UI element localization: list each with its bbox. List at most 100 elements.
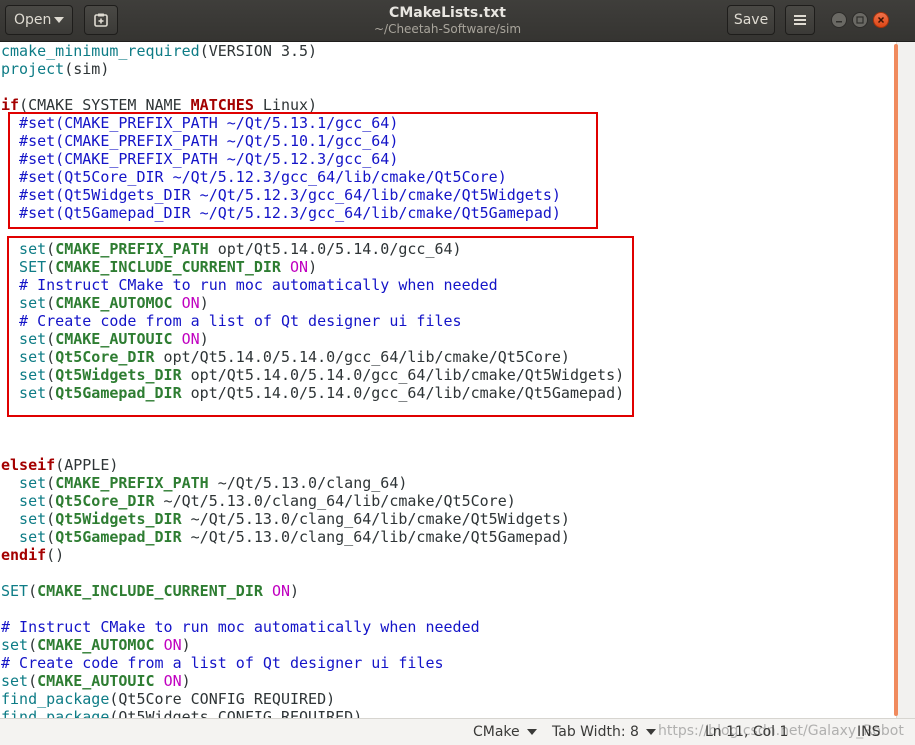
code-token: () bbox=[46, 546, 65, 564]
new-document-button[interactable] bbox=[84, 5, 118, 35]
vertical-scrollbar[interactable] bbox=[896, 42, 915, 718]
code-token: elseif bbox=[1, 456, 56, 474]
code-line[interactable]: cmake_minimum_required(VERSION 3.5) bbox=[0, 42, 896, 60]
code-line[interactable] bbox=[0, 438, 896, 456]
code-line[interactable]: project(sim) bbox=[0, 60, 896, 78]
hamburger-menu-icon bbox=[794, 15, 806, 25]
code-token: ( bbox=[46, 510, 56, 528]
code-line[interactable] bbox=[0, 564, 896, 582]
open-button[interactable]: Open bbox=[5, 5, 73, 35]
code-token: CMAKE_INCLUDE_CURRENT_DIR bbox=[37, 582, 263, 600]
code-line[interactable]: set(Qt5Core_DIR ~/Qt/5.13.0/clang_64/lib… bbox=[0, 492, 896, 510]
code-token: ON bbox=[163, 636, 182, 654]
text-editor[interactable]: cmake_minimum_required(VERSION 3.5) proje… bbox=[0, 42, 896, 718]
tab-width-selector[interactable]: Tab Width: 8 bbox=[552, 719, 656, 745]
code-token: set bbox=[1, 492, 47, 510]
code-token: ~/Qt/5.13.0/clang_64) bbox=[208, 474, 408, 492]
code-token: ~/Qt/5.13.0/clang_64/lib/cmake/Qt5Core) bbox=[154, 492, 516, 510]
window-title: CMakeLists.txt bbox=[389, 5, 506, 21]
code-token: set bbox=[1, 474, 47, 492]
code-token: CMAKE_AUTOMOC bbox=[37, 636, 155, 654]
code-line[interactable]: set(CMAKE_AUTOMOC ON) bbox=[0, 636, 896, 654]
code-token: Qt5Core_DIR bbox=[55, 492, 155, 510]
code-token: # Instruct CMake to run moc automaticall… bbox=[1, 618, 480, 636]
window-subtitle: ~/Cheetah-Software/sim bbox=[373, 22, 522, 36]
maximize-icon bbox=[856, 16, 864, 24]
code-line[interactable]: endif() bbox=[0, 546, 896, 564]
insert-mode: INS bbox=[857, 719, 881, 745]
header-bar: Open CMakeLists.txt ~/Cheetah-Software/s… bbox=[0, 0, 915, 42]
chevron-down-icon bbox=[54, 17, 64, 23]
status-bar: https://blog.csdn.net/Galaxy_Robot CMake… bbox=[0, 718, 915, 745]
save-button[interactable]: Save bbox=[727, 5, 775, 35]
code-line[interactable] bbox=[0, 600, 896, 618]
code-token: ( bbox=[28, 636, 38, 654]
code-token: ~/Qt/5.13.0/clang_64/lib/cmake/Qt5Gamepa… bbox=[181, 528, 570, 546]
code-line[interactable]: # Instruct CMake to run moc automaticall… bbox=[0, 618, 896, 636]
open-button-label: Open bbox=[14, 12, 52, 28]
menu-button[interactable] bbox=[785, 5, 815, 35]
code-line[interactable]: set(Qt5Gamepad_DIR ~/Qt/5.13.0/clang_64/… bbox=[0, 528, 896, 546]
code-line[interactable]: set(CMAKE_PREFIX_PATH ~/Qt/5.13.0/clang_… bbox=[0, 474, 896, 492]
code-line[interactable]: find_package(Qt5Widgets CONFIG REQUIRED) bbox=[0, 708, 896, 718]
minimize-icon bbox=[836, 21, 842, 23]
window-title-area: CMakeLists.txt ~/Cheetah-Software/sim bbox=[250, 4, 645, 36]
code-token: ( bbox=[46, 492, 56, 510]
code-token: find_package bbox=[1, 690, 110, 708]
code-token: ~/Qt/5.13.0/clang_64/lib/cmake/Qt5Widget… bbox=[181, 510, 570, 528]
code-line[interactable]: elseif(APPLE) bbox=[0, 456, 896, 474]
code-line[interactable] bbox=[0, 78, 896, 96]
code-token: set bbox=[1, 528, 47, 546]
code-token: (Qt5Core CONFIG REQUIRED) bbox=[109, 690, 336, 708]
cursor-position[interactable]: Ln 11, Col 1 bbox=[705, 719, 788, 745]
maximize-button[interactable] bbox=[852, 12, 868, 28]
minimize-button[interactable] bbox=[831, 12, 847, 28]
code-token: ON bbox=[271, 582, 290, 600]
code-token: find_package bbox=[1, 708, 110, 718]
insert-mode-label: INS bbox=[857, 724, 881, 740]
code-token: ( bbox=[46, 474, 56, 492]
code-token: (APPLE) bbox=[55, 456, 119, 474]
code-token: set bbox=[1, 636, 29, 654]
code-line[interactable]: set(CMAKE_AUTOUIC ON) bbox=[0, 672, 896, 690]
code-token: Qt5Widgets_DIR bbox=[55, 510, 182, 528]
code-token: (sim) bbox=[64, 60, 110, 78]
highlight-box-new-paths bbox=[7, 236, 634, 417]
code-token: (VERSION 3.5) bbox=[199, 42, 318, 60]
chevron-down-icon bbox=[645, 729, 656, 735]
code-token: SET bbox=[1, 582, 29, 600]
code-token: ( bbox=[46, 528, 56, 546]
language-selector[interactable]: CMake bbox=[473, 719, 537, 745]
code-line[interactable]: set(Qt5Widgets_DIR ~/Qt/5.13.0/clang_64/… bbox=[0, 510, 896, 528]
code-token: ) bbox=[181, 672, 191, 690]
close-icon bbox=[877, 16, 885, 24]
code-line[interactable] bbox=[0, 420, 896, 438]
highlight-box-commented-paths bbox=[8, 112, 598, 229]
code-token: project bbox=[1, 60, 65, 78]
code-line[interactable]: SET(CMAKE_INCLUDE_CURRENT_DIR ON) bbox=[0, 582, 896, 600]
code-token: cmake_minimum_required bbox=[1, 42, 200, 60]
close-button[interactable] bbox=[873, 12, 889, 28]
scrollbar-thumb[interactable] bbox=[894, 44, 898, 716]
cursor-position-label: Ln 11, Col 1 bbox=[705, 724, 789, 740]
new-document-icon bbox=[94, 13, 108, 27]
code-token: endif bbox=[1, 546, 47, 564]
code-token: ) bbox=[290, 582, 300, 600]
code-token: set bbox=[1, 510, 47, 528]
code-token: (Qt5Widgets CONFIG REQUIRED) bbox=[109, 708, 363, 718]
code-line[interactable]: # Create code from a list of Qt designer… bbox=[0, 654, 896, 672]
code-token: Qt5Gamepad_DIR bbox=[55, 528, 182, 546]
code-token: ON bbox=[163, 672, 182, 690]
code-token: ) bbox=[181, 636, 191, 654]
code-line[interactable]: find_package(Qt5Core CONFIG REQUIRED) bbox=[0, 690, 896, 708]
chevron-down-icon bbox=[526, 729, 537, 735]
code-token: CMAKE_AUTOUIC bbox=[37, 672, 155, 690]
code-token: ( bbox=[28, 672, 38, 690]
tab-width-label: Tab Width: 8 bbox=[552, 724, 639, 740]
code-token: ( bbox=[28, 582, 38, 600]
language-label: CMake bbox=[473, 724, 520, 740]
code-token: # Create code from a list of Qt designer… bbox=[1, 654, 444, 672]
